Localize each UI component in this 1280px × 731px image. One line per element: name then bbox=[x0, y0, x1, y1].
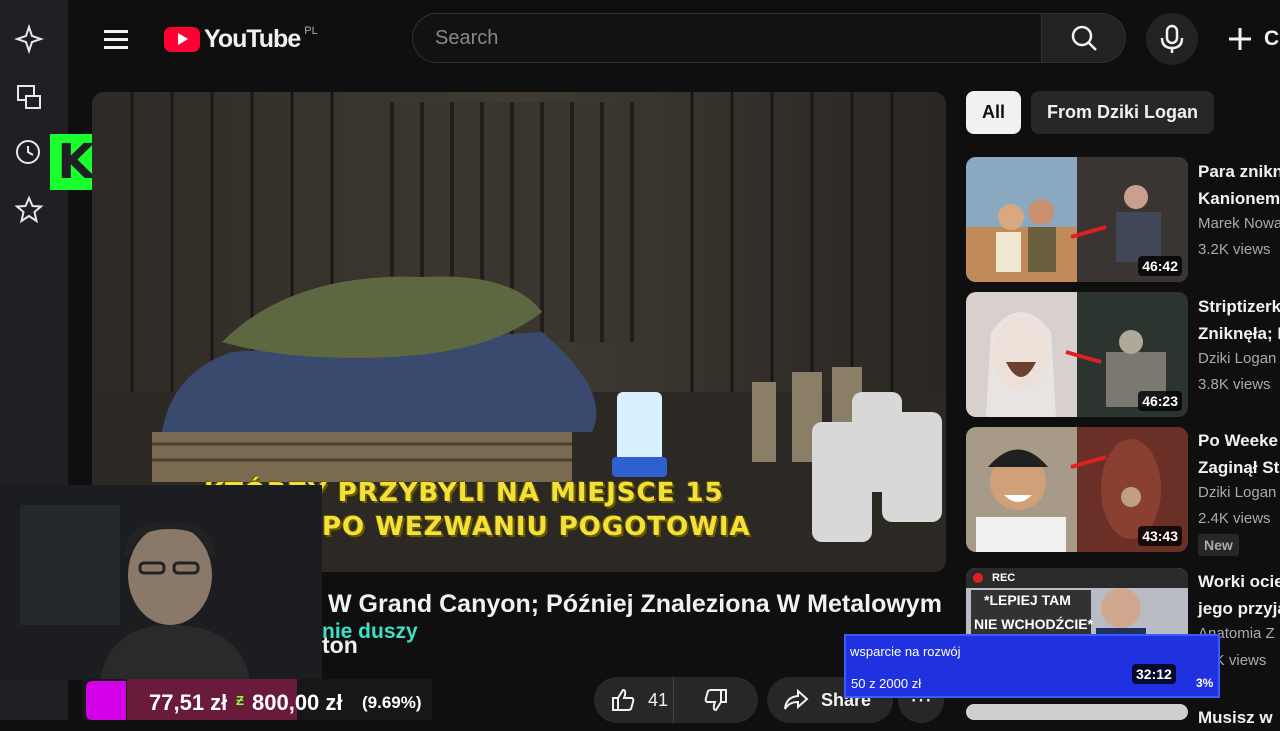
rec-title[interactable]: Worki ocie bbox=[1198, 568, 1280, 595]
logo-text: YouTube bbox=[204, 24, 301, 53]
rec-views: 2.4K views bbox=[1198, 510, 1271, 527]
chip-from-channel[interactable]: From Dziki Logan bbox=[1031, 91, 1215, 134]
donation-avatar bbox=[86, 681, 126, 720]
rec-thumbnail[interactable]: 46:23 bbox=[966, 292, 1188, 417]
search-placeholder: Search bbox=[435, 26, 499, 49]
caption-line-2: PO WEZWANIU POGOTOWIA bbox=[322, 512, 751, 542]
subgoal-label: wsparcie na rozwój bbox=[850, 644, 961, 659]
rec-thumbnail[interactable]: 43:43 bbox=[966, 427, 1188, 552]
rec-views: 3.2K views bbox=[1198, 241, 1271, 258]
donation-currency-icon: Ƶ bbox=[236, 693, 244, 708]
rec-title-line2[interactable]: Zaginął St bbox=[1198, 454, 1279, 481]
rec-duration: 43:43 bbox=[1138, 526, 1182, 546]
rec-duration: 46:23 bbox=[1138, 391, 1182, 411]
like-count: 41 bbox=[648, 689, 669, 710]
country-code: PL bbox=[304, 25, 318, 37]
like-button[interactable]: 41 bbox=[594, 677, 674, 723]
video-title: W Grand Canyon; Później Znaleziona W Met… bbox=[328, 590, 942, 618]
donation-amount: 77,51 zł bbox=[149, 690, 228, 715]
rec-label: REC bbox=[992, 572, 1016, 584]
chip-all[interactable]: All bbox=[966, 91, 1022, 134]
plus-icon bbox=[1229, 28, 1251, 50]
webcam-image bbox=[0, 485, 322, 680]
create-button[interactable]: C bbox=[1226, 22, 1279, 56]
rec-title[interactable]: Musisz w bbox=[1198, 704, 1273, 731]
rec-title-line2[interactable]: jego przyja bbox=[1198, 595, 1280, 622]
thumbs-up-icon bbox=[612, 688, 635, 711]
dislike-button[interactable] bbox=[674, 677, 758, 723]
donation-percent: (9.69%) bbox=[362, 693, 422, 712]
thumb-text-2: NIE WCHODŹCIE* bbox=[974, 616, 1093, 632]
rec-title[interactable]: Po Weeke bbox=[1198, 427, 1278, 454]
search-input[interactable]: Search bbox=[412, 13, 1042, 63]
donation-goal: 800,00 zł bbox=[252, 690, 343, 715]
thumbs-down-icon bbox=[704, 689, 727, 712]
youtube-logo[interactable]: YouTube PL bbox=[164, 24, 318, 54]
subgoal-percent: 3% bbox=[1196, 676, 1214, 690]
youtube-play-icon bbox=[164, 26, 200, 52]
rec-title[interactable]: Striptizerk bbox=[1198, 293, 1280, 320]
rec-channel[interactable]: Dziki Logan bbox=[1198, 484, 1276, 501]
search-button[interactable] bbox=[1042, 13, 1126, 63]
search-icon bbox=[1071, 25, 1097, 51]
share-arrow-icon bbox=[784, 688, 809, 710]
rec-title-line2[interactable]: Kanionem bbox=[1198, 185, 1280, 212]
rec-title[interactable]: Para znikn bbox=[1198, 158, 1280, 185]
rec-duration: 46:42 bbox=[1138, 256, 1182, 276]
menu-hamburger-icon[interactable] bbox=[100, 24, 132, 56]
rec-channel[interactable]: Dziki Logan bbox=[1198, 350, 1276, 367]
thumb-text-1: *LEPIEJ TAM bbox=[984, 592, 1071, 608]
star-icon[interactable] bbox=[14, 195, 44, 225]
video-title-line2: ton bbox=[322, 632, 358, 658]
rec-duration: 32:12 bbox=[1132, 664, 1176, 684]
new-badge: New bbox=[1198, 534, 1239, 556]
rec-thumbnail[interactable]: 46:42 bbox=[966, 157, 1188, 282]
sparkle-icon[interactable] bbox=[13, 23, 45, 55]
mic-icon bbox=[1160, 24, 1184, 53]
k-letter: K bbox=[57, 134, 95, 190]
voice-search-button[interactable] bbox=[1146, 13, 1198, 65]
rec-title-line2[interactable]: Zniknęła; N bbox=[1198, 320, 1280, 347]
rec-channel[interactable]: Marek Nowa bbox=[1198, 215, 1280, 232]
history-clock-icon[interactable] bbox=[14, 138, 44, 168]
streamer-webcam bbox=[0, 485, 322, 680]
devices-icon[interactable] bbox=[14, 82, 44, 112]
create-label: C bbox=[1264, 27, 1280, 50]
like-dislike-group: 41 bbox=[594, 677, 758, 723]
subgoal-count: 50 z 2000 zł bbox=[851, 676, 922, 691]
rec-thumbnail[interactable] bbox=[966, 704, 1188, 720]
rec-views: 3.8K views bbox=[1198, 376, 1271, 393]
